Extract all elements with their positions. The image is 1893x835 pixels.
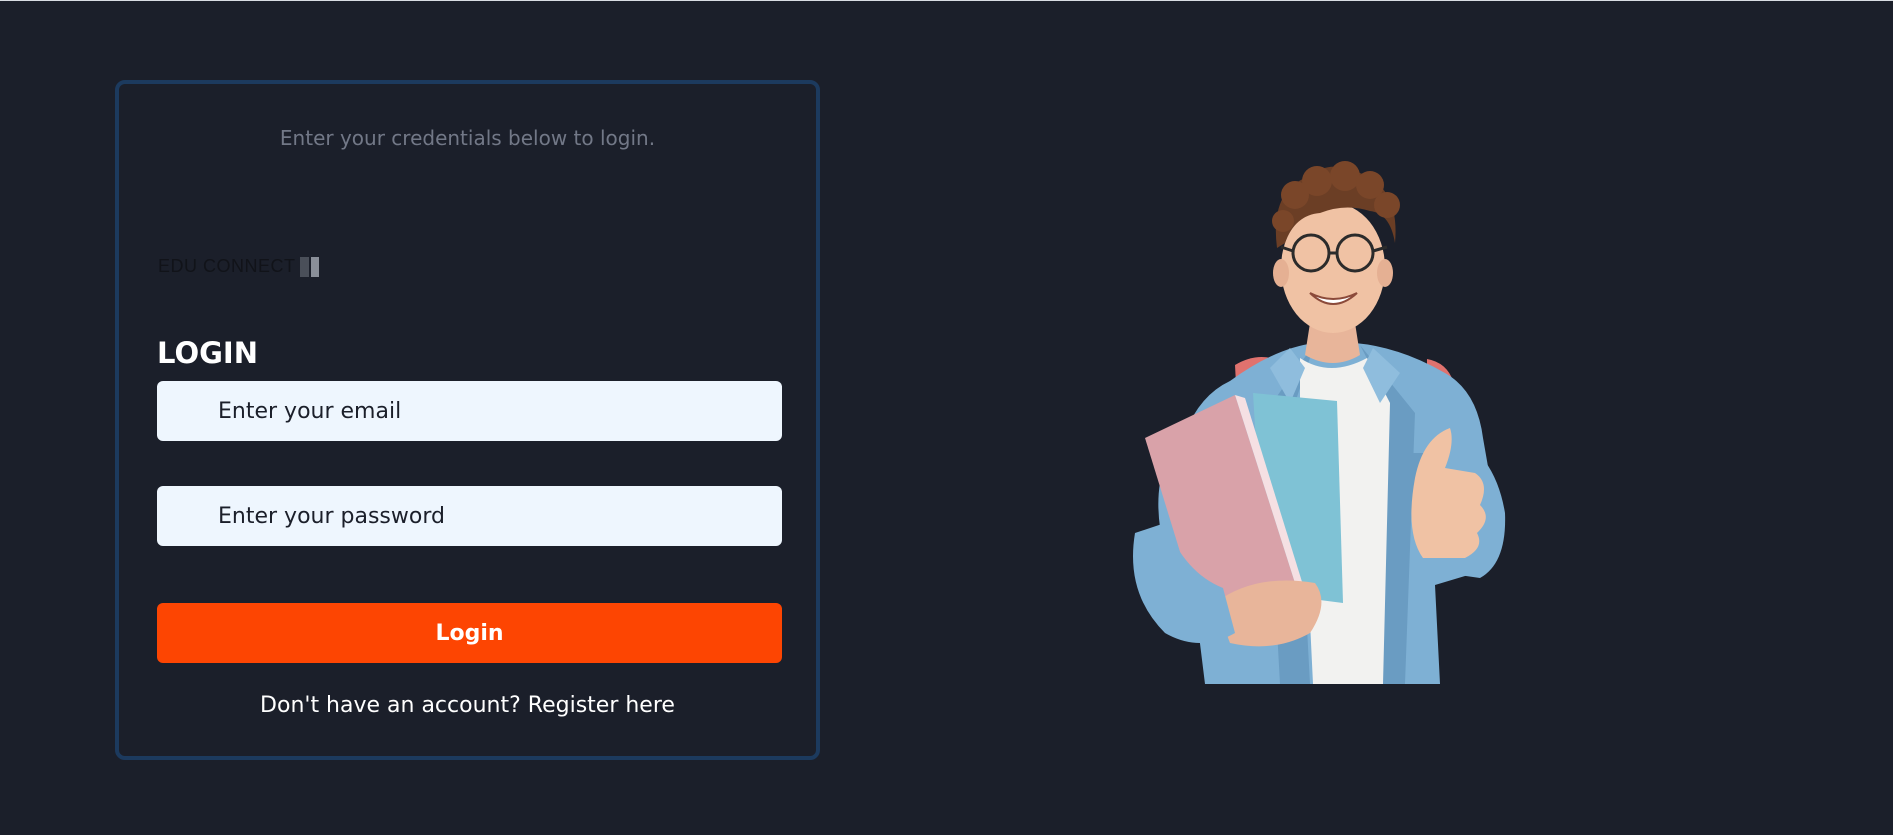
login-heading: LOGIN [157,336,258,370]
login-button[interactable]: Login [157,603,782,663]
student-hero-image [1133,161,1506,684]
register-prompt: Don't have an account? [260,693,521,718]
login-page: Enter your credentials below to login. E… [0,0,1893,835]
register-link[interactable]: Register here [528,693,675,718]
password-input[interactable] [157,486,782,546]
login-subtitle: Enter your credentials below to login. [279,126,656,150]
login-card: Enter your credentials below to login. E… [115,80,820,760]
brand-name: EDU CONNECT [158,256,296,276]
brand-logo-icon [299,256,319,277]
brand-logo: EDU CONNECT [158,256,319,277]
email-input[interactable] [157,381,782,441]
register-prompt-line: Don't have an account? Register here [119,693,816,718]
